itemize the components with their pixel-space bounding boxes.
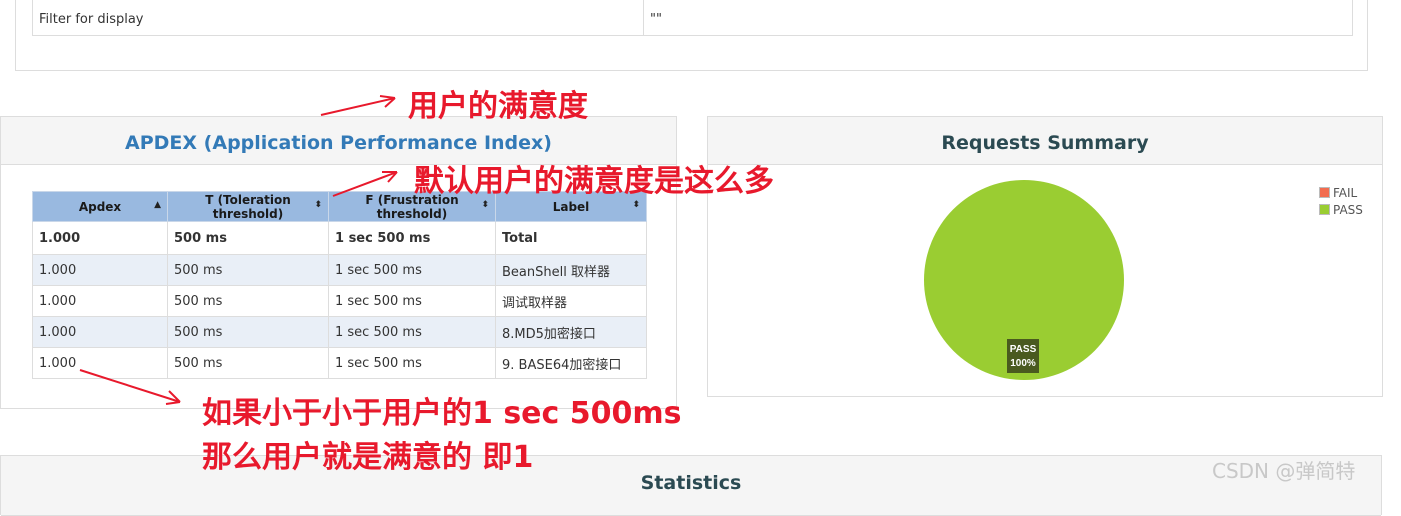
cell-label: 9. BASE64加密接口 — [495, 347, 647, 379]
table-row: 1.000 500 ms 1 sec 500 ms 调试取样器 — [32, 285, 647, 317]
requests-summary-title: Requests Summary — [708, 117, 1382, 165]
filter-value: "" — [643, 0, 1353, 36]
filter-row: Filter for display "" — [32, 0, 1353, 36]
sort-both-icon: ⬍ — [632, 200, 640, 210]
cell-apdex: 1.000 — [32, 221, 168, 255]
sort-asc-icon: ▲ — [154, 200, 161, 210]
legend-label: PASS — [1333, 203, 1363, 217]
requests-pie-chart: PASS 100% — [924, 180, 1124, 380]
legend-item-fail[interactable]: FAIL — [1319, 186, 1357, 200]
cell-label: 8.MD5加密接口 — [495, 316, 647, 348]
cell-apdex: 1.000 — [32, 316, 168, 348]
legend-item-pass[interactable]: PASS — [1319, 203, 1363, 217]
cell-toleration: 500 ms — [167, 285, 329, 317]
annotation-satisfied-note: 那么用户就是满意的 即1 — [202, 440, 534, 475]
cell-frustration: 1 sec 500 ms — [328, 254, 496, 286]
arrow-icon — [320, 95, 396, 116]
cell-frustration: 1 sec 500 ms — [328, 221, 496, 255]
cell-frustration: 1 sec 500 ms — [328, 347, 496, 379]
column-header-apdex[interactable]: Apdex ▲ — [32, 191, 168, 222]
pie-label-name: PASS — [1010, 344, 1037, 355]
sort-both-icon: ⬍ — [481, 200, 489, 210]
legend-label: FAIL — [1333, 186, 1358, 200]
cell-toleration: 500 ms — [167, 347, 329, 379]
sort-both-icon: ⬍ — [314, 200, 322, 210]
apdex-table: Apdex ▲ T (Toleration threshold) ⬍ F (Fr… — [32, 191, 647, 379]
annotation-threshold-note: 如果小于小于用户的1 sec 500ms — [202, 396, 682, 431]
cell-label: BeanShell 取样器 — [495, 254, 647, 286]
annotation-default-satisfaction: 默认用户的满意度是这么多 — [414, 164, 774, 199]
cell-toleration: 500 ms — [167, 254, 329, 286]
cell-frustration: 1 sec 500 ms — [328, 285, 496, 317]
cell-label: 调试取样器 — [495, 285, 647, 317]
cell-label: Total — [495, 221, 647, 255]
cell-toleration: 500 ms — [167, 316, 329, 348]
filter-panel: Filter for display "" — [15, 0, 1368, 71]
cell-apdex: 1.000 — [32, 254, 168, 286]
filter-label: Filter for display — [32, 0, 644, 36]
legend-swatch-fail — [1319, 187, 1330, 198]
annotation-user-satisfaction: 用户的满意度 — [408, 89, 588, 124]
column-header-toleration[interactable]: T (Toleration threshold) ⬍ — [167, 191, 329, 222]
column-header-label: Apdex — [78, 199, 122, 214]
table-row: 1.000 500 ms 1 sec 500 ms 9. BASE64加密接口 — [32, 347, 647, 379]
legend-swatch-pass — [1319, 204, 1330, 215]
cell-toleration: 500 ms — [167, 221, 329, 255]
pie-label-percent: 100% — [1010, 358, 1036, 369]
cell-frustration: 1 sec 500 ms — [328, 316, 496, 348]
cell-apdex: 1.000 — [32, 285, 168, 317]
table-row: 1.000 500 ms 1 sec 500 ms BeanShell 取样器 — [32, 254, 647, 286]
watermark: CSDN @弹简特 — [1212, 459, 1356, 483]
cell-apdex: 1.000 — [32, 347, 168, 379]
table-row: 1.000 500 ms 1 sec 500 ms 8.MD5加密接口 — [32, 316, 647, 348]
column-header-label: T (Toleration threshold) — [205, 192, 291, 221]
filter-table: Filter for display "" — [32, 0, 1353, 36]
table-row-total: 1.000 500 ms 1 sec 500 ms Total — [32, 221, 647, 255]
requests-summary-panel: Requests Summary PASS 100% FAIL PASS — [707, 116, 1383, 397]
column-header-label: Label — [552, 199, 590, 214]
